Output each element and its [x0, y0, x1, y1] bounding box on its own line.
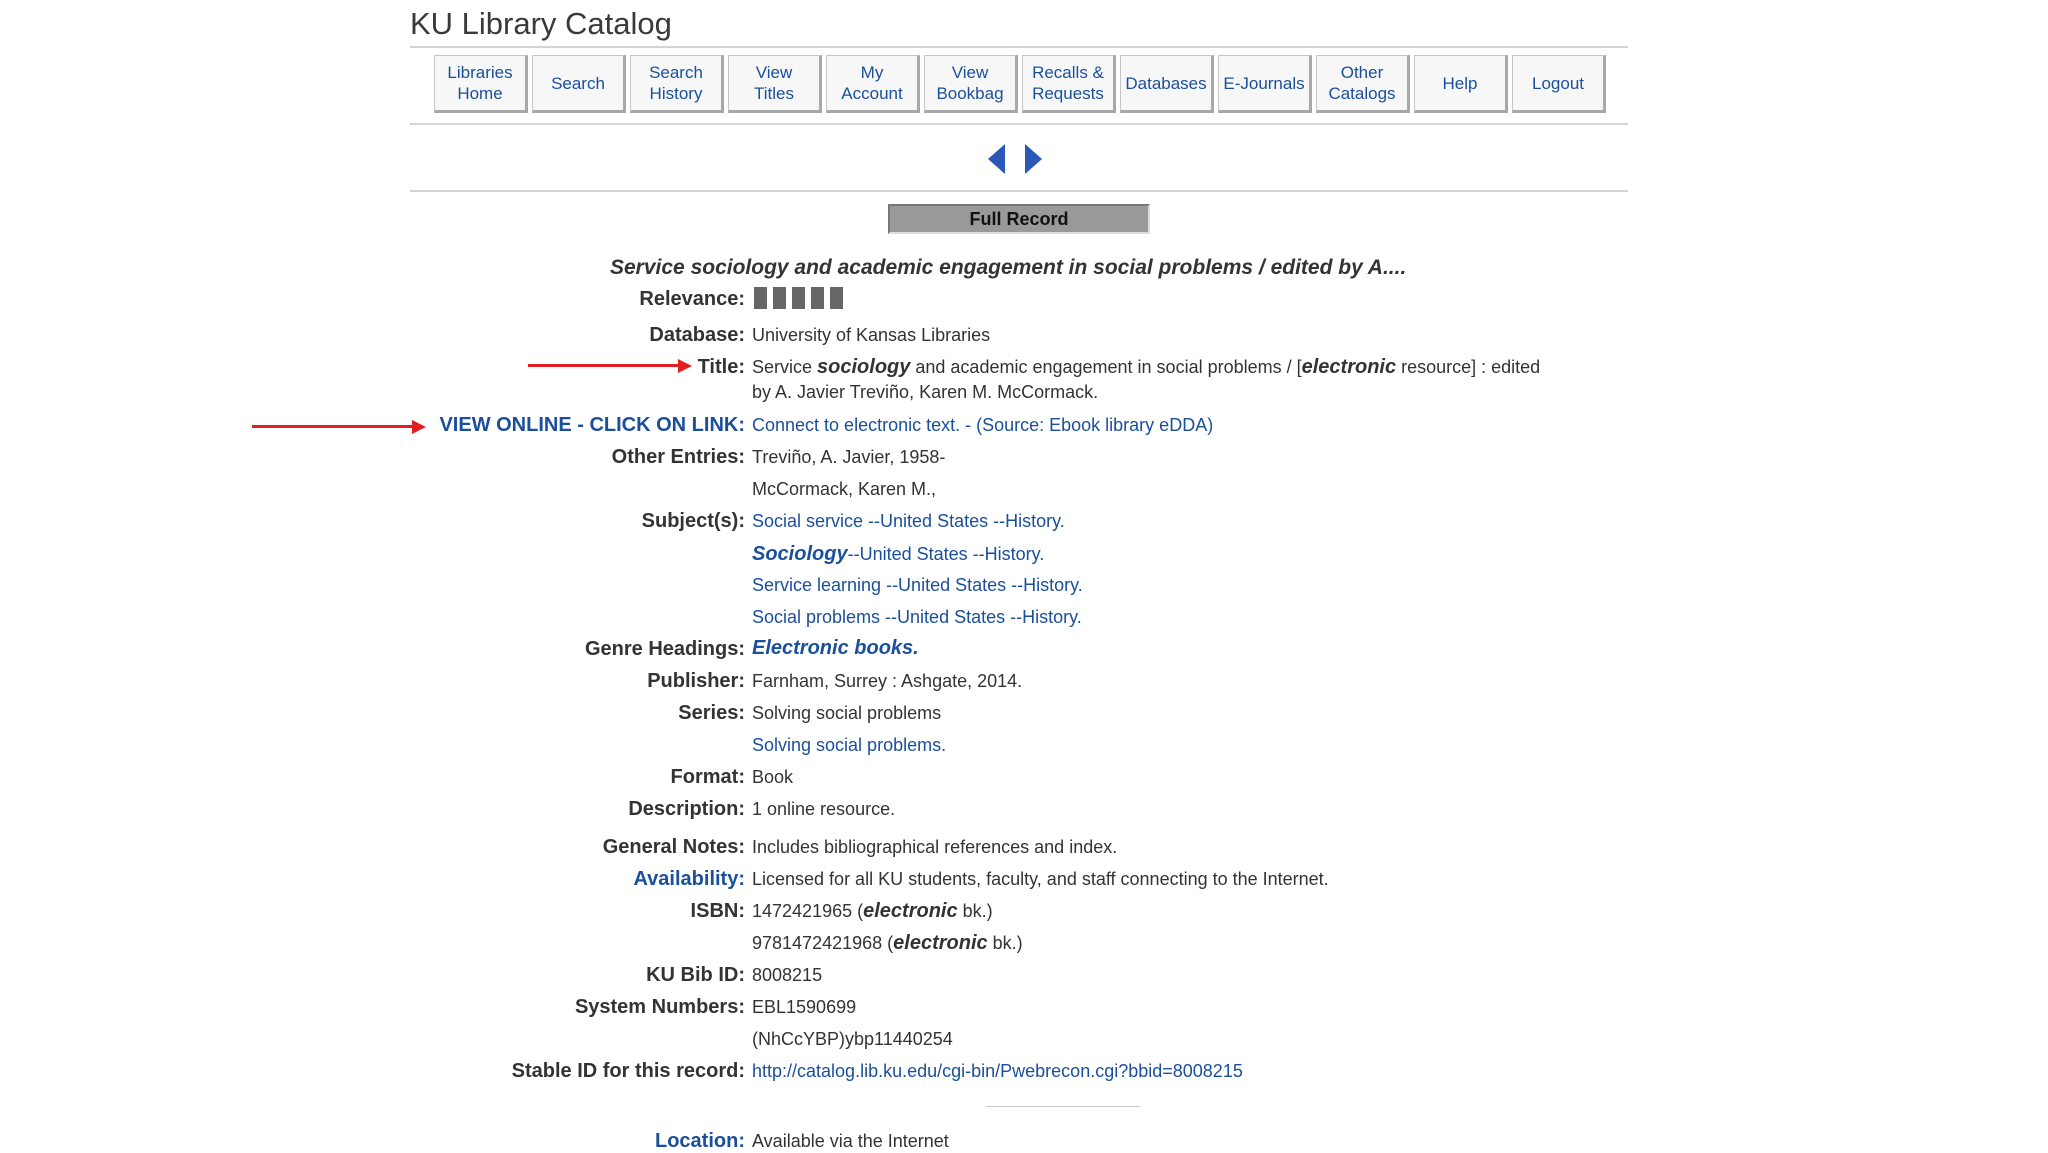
title-value: Service sociology and academic engagemen…	[752, 356, 1541, 378]
isbn-label: ISBN:	[690, 900, 745, 922]
general-notes-value: Includes bibliographical references and …	[752, 837, 1118, 857]
nav-button-other-catalogs[interactable]: Other Catalogs	[1316, 55, 1410, 113]
main-nav: Libraries Home Search Search History View T…	[434, 55, 1606, 113]
relevance-bar	[811, 287, 824, 309]
genre-label: Genre Headings:	[584, 638, 745, 660]
format-label: Format:	[670, 766, 745, 788]
view-online-label: VIEW ONLINE - CLICK ON LINK:	[439, 414, 745, 436]
nav-button-recalls-requests[interactable]: Recalls & Requests	[1022, 55, 1116, 113]
general-notes-label: General Notes:	[602, 836, 745, 858]
full-record-tab[interactable]: Full Record	[888, 204, 1150, 234]
view-online-link[interactable]: Connect to electronic text. - (Source: E…	[752, 415, 1213, 436]
record-pager	[988, 144, 1042, 174]
database-label: Database:	[649, 324, 745, 346]
database-value: University of Kansas Libraries	[752, 325, 991, 345]
stable-id-label: Stable ID for this record:	[511, 1060, 745, 1082]
nav-button-my-account[interactable]: My Account	[826, 55, 920, 113]
stable-id-link[interactable]: http://catalog.lib.ku.edu/cgi-bin/Pwebre…	[752, 1061, 1243, 1082]
previous-record-arrow-icon[interactable]	[988, 144, 1005, 174]
availability-value: Licensed for all KU students, faculty, a…	[752, 869, 1329, 889]
format-value: Book	[752, 767, 794, 787]
availability-link[interactable]: Availability:	[633, 868, 745, 891]
nav-button-search-history[interactable]: Search History	[630, 55, 724, 113]
relevance-meter	[754, 287, 843, 309]
location-value: Available via the Internet	[752, 1131, 949, 1151]
other-entries-label: Other Entries:	[611, 446, 745, 468]
relevance-bar	[773, 287, 786, 309]
publisher-label: Publisher:	[647, 670, 745, 692]
bib-id-value: 8008215	[752, 965, 823, 985]
nav-button-e-journals[interactable]: E-Journals	[1218, 55, 1312, 113]
title-value-line2: by A. Javier Treviño, Karen M. McCormack…	[752, 382, 1099, 402]
nav-button-search[interactable]: Search	[532, 55, 626, 113]
subject-link-2[interactable]: Sociology--United States --History.	[752, 543, 1044, 566]
record-display-title: Service sociology and academic engagemen…	[610, 256, 1407, 279]
location-link[interactable]: Location:	[655, 1130, 745, 1153]
system-number-1: EBL1590699	[752, 997, 857, 1017]
annotation-arrow-view-online	[252, 425, 414, 428]
next-record-arrow-icon[interactable]	[1025, 144, 1042, 174]
relevance-label: Relevance:	[639, 288, 745, 310]
annotation-arrowhead-title	[678, 359, 692, 373]
nav-button-logout[interactable]: Logout	[1512, 55, 1606, 113]
other-entry-1: Treviño, A. Javier, 1958-	[752, 447, 946, 467]
isbn-value-2: 9781472421968 (electronic bk.)	[752, 932, 1023, 954]
subject-link-1[interactable]: Social service --United States --History…	[752, 511, 1065, 532]
nav-divider	[410, 123, 1628, 125]
series-label: Series:	[678, 702, 745, 724]
relevance-bar	[792, 287, 805, 309]
title-label: Title:	[697, 356, 745, 378]
other-entry-2: McCormack, Karen M.,	[752, 479, 937, 499]
description-label: Description:	[628, 798, 745, 820]
relevance-bar	[830, 287, 843, 309]
nav-button-help[interactable]: Help	[1414, 55, 1508, 113]
publisher-value: Farnham, Surrey : Ashgate, 2014.	[752, 671, 1023, 691]
annotation-arrow-title	[528, 364, 678, 367]
page-title: KU Library Catalog	[410, 6, 672, 41]
nav-button-view-titles[interactable]: View Titles	[728, 55, 822, 113]
annotation-arrowhead-view-online	[412, 420, 426, 434]
pager-divider	[410, 190, 1628, 192]
series-value: Solving social problems	[752, 703, 942, 723]
relevance-bar	[754, 287, 767, 309]
description-value: 1 online resource.	[752, 799, 896, 819]
isbn-value-1: 1472421965 (electronic bk.)	[752, 900, 993, 922]
holdings-divider	[986, 1106, 1140, 1107]
header-divider	[410, 46, 1628, 48]
genre-link[interactable]: Electronic books.	[752, 637, 919, 660]
nav-button-libraries-home[interactable]: Libraries Home	[434, 55, 528, 113]
subject-link-4[interactable]: Social problems --United States --Histor…	[752, 607, 1082, 628]
subjects-label: Subject(s):	[641, 510, 745, 532]
subject-link-3[interactable]: Service learning --United States --Histo…	[752, 575, 1083, 596]
nav-button-databases[interactable]: Databases	[1120, 55, 1214, 113]
nav-button-view-bookbag[interactable]: View Bookbag	[924, 55, 1018, 113]
bib-id-label: KU Bib ID:	[646, 964, 745, 986]
system-number-2: (NhCcYBP)ybp11440254	[752, 1029, 953, 1049]
system-numbers-label: System Numbers:	[574, 996, 745, 1018]
series-link[interactable]: Solving social problems.	[752, 735, 946, 756]
